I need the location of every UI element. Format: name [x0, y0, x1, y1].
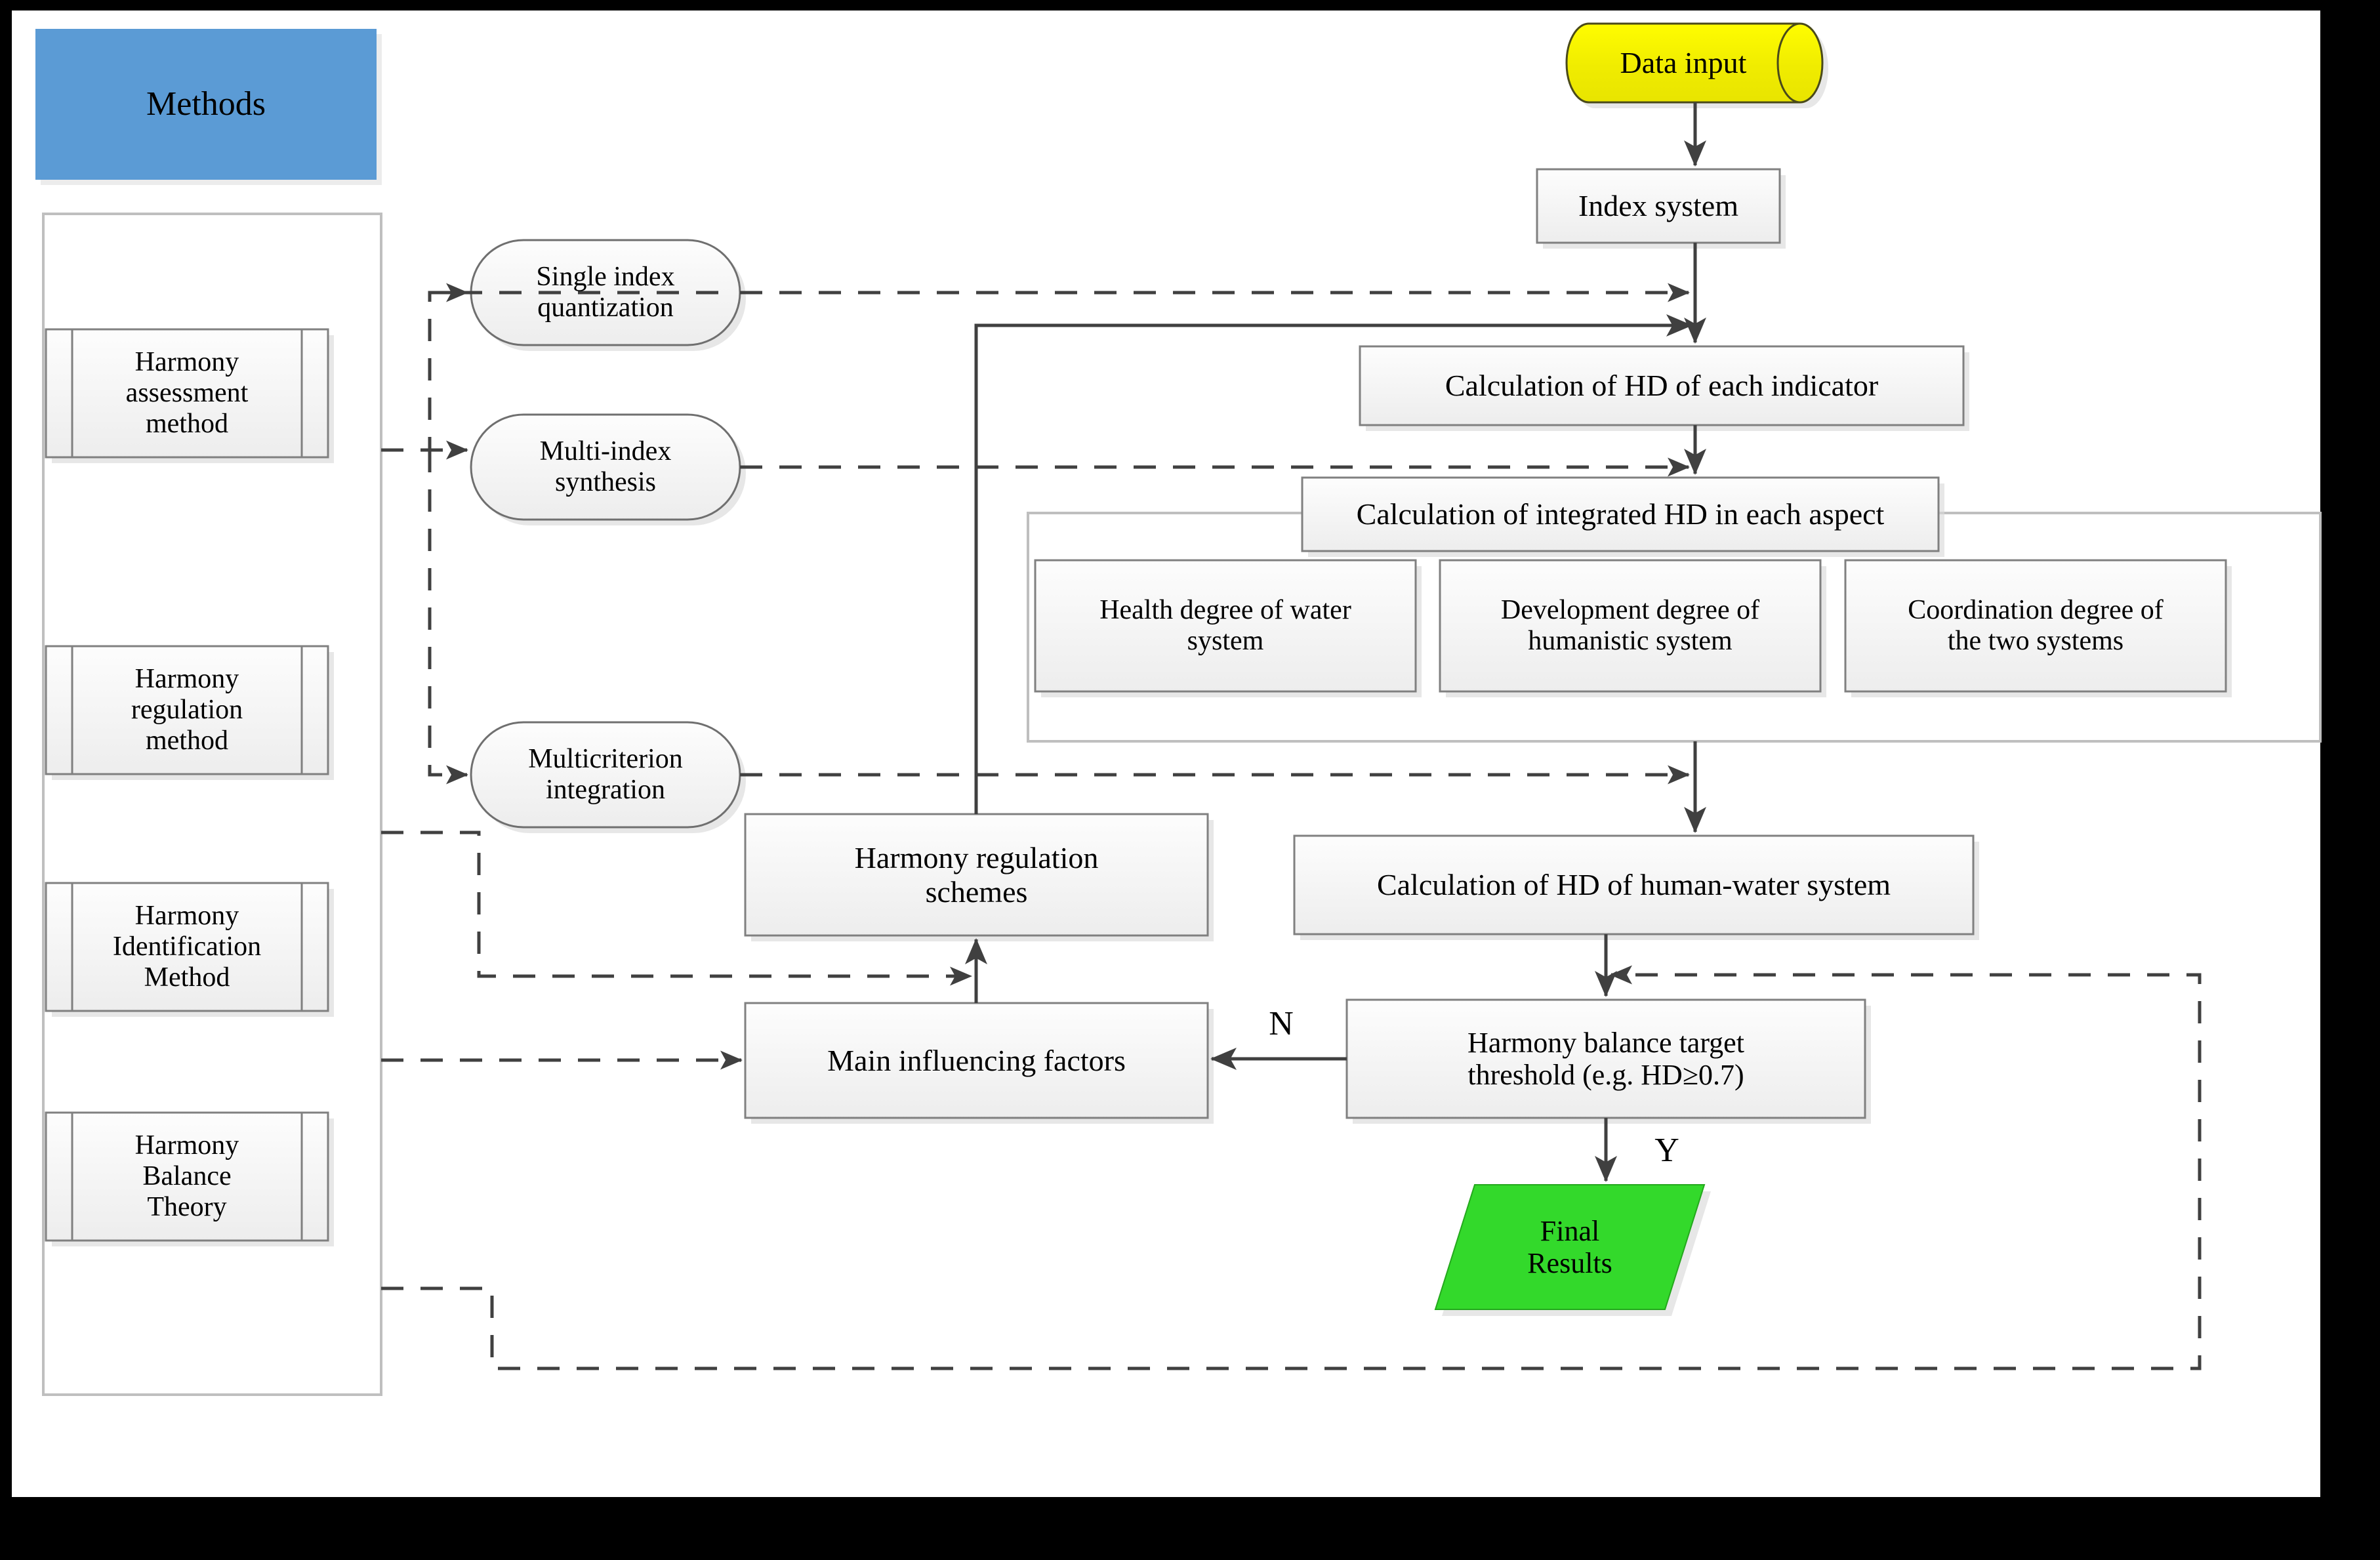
diagram-canvas: Methods Harmony assessment method Harmony reg… — [12, 10, 2322, 1497]
edge-to-multicriterion-integration — [428, 450, 468, 785]
edge-balance-theory-feedback-loop — [381, 965, 2202, 1370]
figure-root: Methods Harmony assessment method Harmony reg… — [0, 0, 2380, 1560]
diagram-vector-layer — [35, 22, 2322, 1396]
